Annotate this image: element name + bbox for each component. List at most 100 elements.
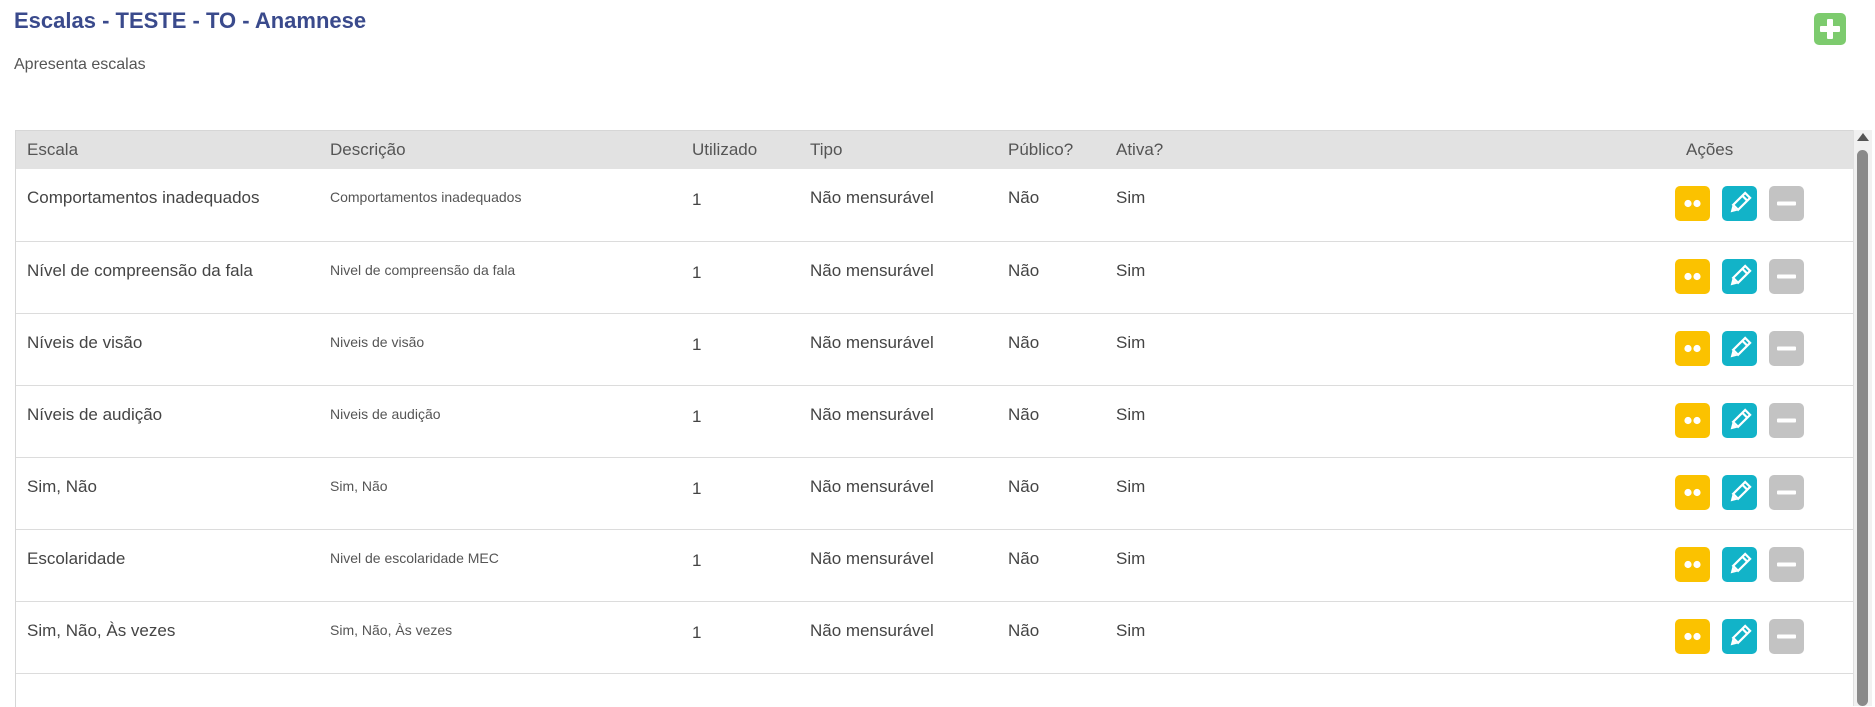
view-button[interactable] — [1675, 474, 1710, 510]
scrollbar-thumb[interactable] — [1857, 150, 1868, 706]
page-subtitle: Apresenta escalas — [14, 56, 146, 73]
table-row: Escolaridade Nivel de escolaridade MEC 1 Nã… — [16, 529, 1853, 601]
table-row: Sim, Não Sim, Não 1 Não mensurável Não Sim — [16, 457, 1853, 529]
cell-utilizado: 1 — [692, 478, 702, 498]
cell-escala: Sim, Não — [27, 476, 97, 496]
column-header-tipo[interactable]: Tipo — [799, 131, 997, 169]
minus-icon — [1777, 490, 1796, 494]
table-row: Nível de compreensão da fala Nivel de com… — [16, 241, 1853, 313]
remove-button[interactable] — [1769, 474, 1804, 510]
edit-button[interactable] — [1722, 186, 1757, 221]
cell-utilizado: 1 — [692, 622, 702, 642]
edit-button[interactable] — [1722, 330, 1757, 366]
minus-icon — [1777, 562, 1796, 566]
cell-utilizado: 1 — [692, 190, 702, 209]
cell-utilizado: 1 — [692, 406, 702, 426]
scales-table: Escala Descrição Utilizado Tipo Público?… — [16, 131, 1853, 674]
remove-button[interactable] — [1769, 330, 1804, 366]
cell-ativa: Sim — [1116, 404, 1146, 424]
cell-descricao: Niveis de visão — [330, 333, 425, 350]
table-row: Comportamentos inadequados Comportamentos… — [16, 169, 1853, 241]
remove-button[interactable] — [1769, 402, 1804, 438]
dots-icon — [1684, 199, 1701, 208]
cell-acoes — [1675, 529, 1853, 601]
cell-acoes — [1675, 385, 1853, 457]
add-scale-button[interactable] — [1814, 13, 1846, 45]
table-header-row: Escala Descrição Utilizado Tipo Público?… — [16, 131, 1853, 169]
cell-ativa: Sim — [1116, 332, 1146, 352]
pencil-icon — [1730, 191, 1752, 213]
cell-descricao: Nivel de compreensão da fala — [330, 261, 516, 278]
view-button[interactable] — [1675, 330, 1710, 366]
cell-acoes — [1675, 169, 1853, 241]
column-header-acoes: Ações — [1686, 140, 1734, 159]
dots-icon — [1684, 632, 1701, 640]
cell-utilizado: 1 — [692, 262, 702, 282]
column-header-escala[interactable]: Escala — [16, 131, 319, 169]
dots-icon — [1684, 560, 1701, 568]
cell-acoes — [1675, 313, 1853, 385]
remove-button[interactable] — [1769, 186, 1804, 221]
column-header-utilizado[interactable]: Utilizado — [681, 131, 799, 169]
view-button[interactable] — [1675, 402, 1710, 438]
cell-publico: Não — [1008, 548, 1040, 568]
table-row: Níveis de visão Niveis de visão 1 Não mensu… — [16, 313, 1853, 385]
dots-icon — [1684, 344, 1701, 352]
minus-icon — [1777, 346, 1796, 350]
pencil-icon — [1730, 479, 1752, 501]
edit-button[interactable] — [1722, 546, 1757, 582]
edit-button[interactable] — [1722, 402, 1757, 438]
pencil-icon — [1730, 407, 1752, 429]
edit-button[interactable] — [1722, 474, 1757, 510]
view-button[interactable] — [1675, 186, 1710, 221]
cell-tipo: Não mensurável — [810, 332, 934, 352]
minus-icon — [1777, 201, 1796, 206]
cell-ativa: Sim — [1116, 548, 1146, 568]
cell-descricao: Sim, Não — [330, 477, 388, 494]
pencil-icon — [1730, 623, 1752, 645]
page-title: Escalas - TESTE - TO - Anamnese — [14, 8, 367, 33]
view-button[interactable] — [1675, 546, 1710, 582]
cell-ativa: Sim — [1116, 620, 1146, 640]
edit-button[interactable] — [1722, 258, 1757, 294]
edit-button[interactable] — [1722, 618, 1757, 654]
cell-utilizado: 1 — [692, 550, 702, 570]
cell-tipo: Não mensurável — [810, 620, 934, 640]
cell-escala: Comportamentos inadequados — [27, 188, 260, 207]
dots-icon — [1684, 488, 1701, 496]
cell-ativa: Sim — [1116, 188, 1146, 207]
cell-tipo: Não mensurável — [810, 260, 934, 280]
cell-tipo: Não mensurável — [810, 476, 934, 496]
remove-button[interactable] — [1769, 258, 1804, 294]
cell-tipo: Não mensurável — [810, 548, 934, 568]
cell-tipo: Não mensurável — [810, 188, 934, 207]
cell-utilizado: 1 — [692, 334, 702, 354]
pencil-icon — [1730, 551, 1752, 573]
vertical-scrollbar[interactable] — [1853, 130, 1872, 706]
scroll-up-arrow-icon[interactable] — [1857, 133, 1869, 141]
cell-descricao: Sim, Não, Às vezes — [330, 621, 453, 638]
cell-escala: Níveis de visão — [27, 332, 143, 352]
cell-descricao: Niveis de audição — [330, 405, 441, 422]
cell-publico: Não — [1008, 476, 1040, 496]
column-header-descricao[interactable]: Descrição — [319, 131, 681, 169]
remove-button[interactable] — [1769, 546, 1804, 582]
cell-descricao: Nivel de escolaridade MEC — [330, 549, 499, 566]
minus-icon — [1777, 274, 1796, 278]
cell-escala: Nível de compreensão da fala — [27, 260, 253, 280]
cell-publico: Não — [1008, 620, 1040, 640]
cell-publico: Não — [1008, 260, 1040, 280]
cell-escala: Escolaridade — [27, 548, 126, 568]
column-header-publico[interactable]: Público? — [997, 131, 1105, 169]
scales-table-container: Escala Descrição Utilizado Tipo Público?… — [15, 130, 1853, 707]
dots-icon — [1684, 416, 1701, 424]
remove-button[interactable] — [1769, 618, 1804, 654]
view-button[interactable] — [1675, 618, 1710, 654]
cell-publico: Não — [1008, 332, 1040, 352]
cell-tipo: Não mensurável — [810, 404, 934, 424]
view-button[interactable] — [1675, 258, 1710, 294]
cell-acoes — [1675, 241, 1853, 313]
column-header-ativa[interactable]: Ativa? — [1105, 131, 1675, 169]
table-row: Sim, Não, Às vezes Sim, Não, Às vezes 1 Não… — [16, 601, 1853, 673]
cell-publico: Não — [1008, 188, 1040, 207]
